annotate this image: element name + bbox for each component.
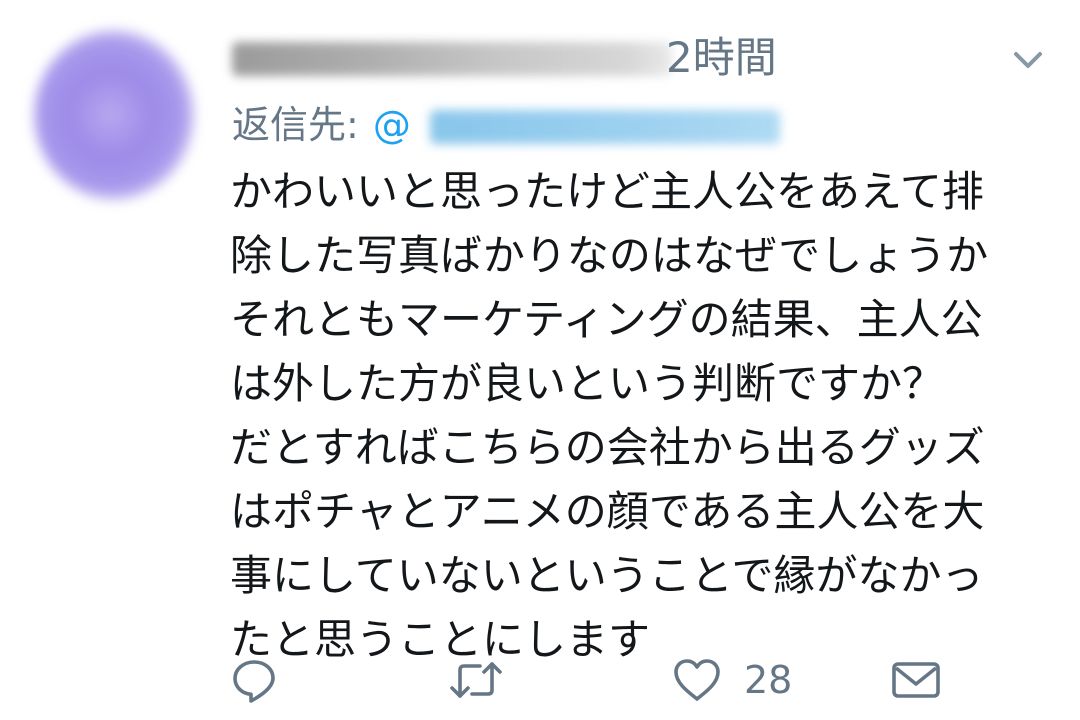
like-count: 28 xyxy=(744,658,793,702)
redacted-handle xyxy=(430,110,780,144)
avatar[interactable] xyxy=(34,30,194,200)
tweet-time[interactable]: 2時間 xyxy=(666,30,777,86)
redacted-display-name xyxy=(232,42,672,76)
reply-to-line: 返信先: @ xyxy=(232,98,411,152)
reply-icon xyxy=(233,660,275,703)
tweet-text-line: 事にしていないということで縁がなかっ xyxy=(230,551,984,600)
tweet: 2時間 返信先: @ かわいいと思ったけど主人公をあえて排 除した写真ばかりなのは… xyxy=(0,0,1080,720)
heart-icon xyxy=(674,659,720,701)
tweet-text-line: はポチャとアニメの顔である主人公を大 xyxy=(230,487,985,536)
reply-to-handle[interactable]: @ xyxy=(373,103,411,147)
tweet-actions: 28 xyxy=(0,650,1080,710)
reply-button[interactable] xyxy=(230,650,278,710)
tweet-text-line: は外した方が良いという判断ですか？ xyxy=(230,359,945,408)
tweet-text-line: 除した写真ばかりなのはなぜでしょうか xyxy=(230,231,989,280)
tweet-text-line: それともマーケティングの結果、主人公 xyxy=(230,295,983,344)
tweet-text-line: かわいいと思ったけど主人公をあえて排 xyxy=(230,167,984,216)
envelope-icon xyxy=(892,662,940,698)
tweet-text: かわいいと思ったけど主人公をあえて排 除した写真ばかりなのはなぜでしょうか それ… xyxy=(230,160,1050,672)
retweet-button[interactable] xyxy=(448,650,504,710)
reply-to-label: 返信先: xyxy=(232,103,359,147)
retweet-icon xyxy=(450,662,502,698)
chevron-down-icon[interactable] xyxy=(1008,44,1048,76)
like-button[interactable]: 28 xyxy=(672,650,792,710)
tweet-text-line: だとすればこちらの会社から出るグッズ xyxy=(230,423,985,472)
dm-button[interactable] xyxy=(890,650,942,710)
